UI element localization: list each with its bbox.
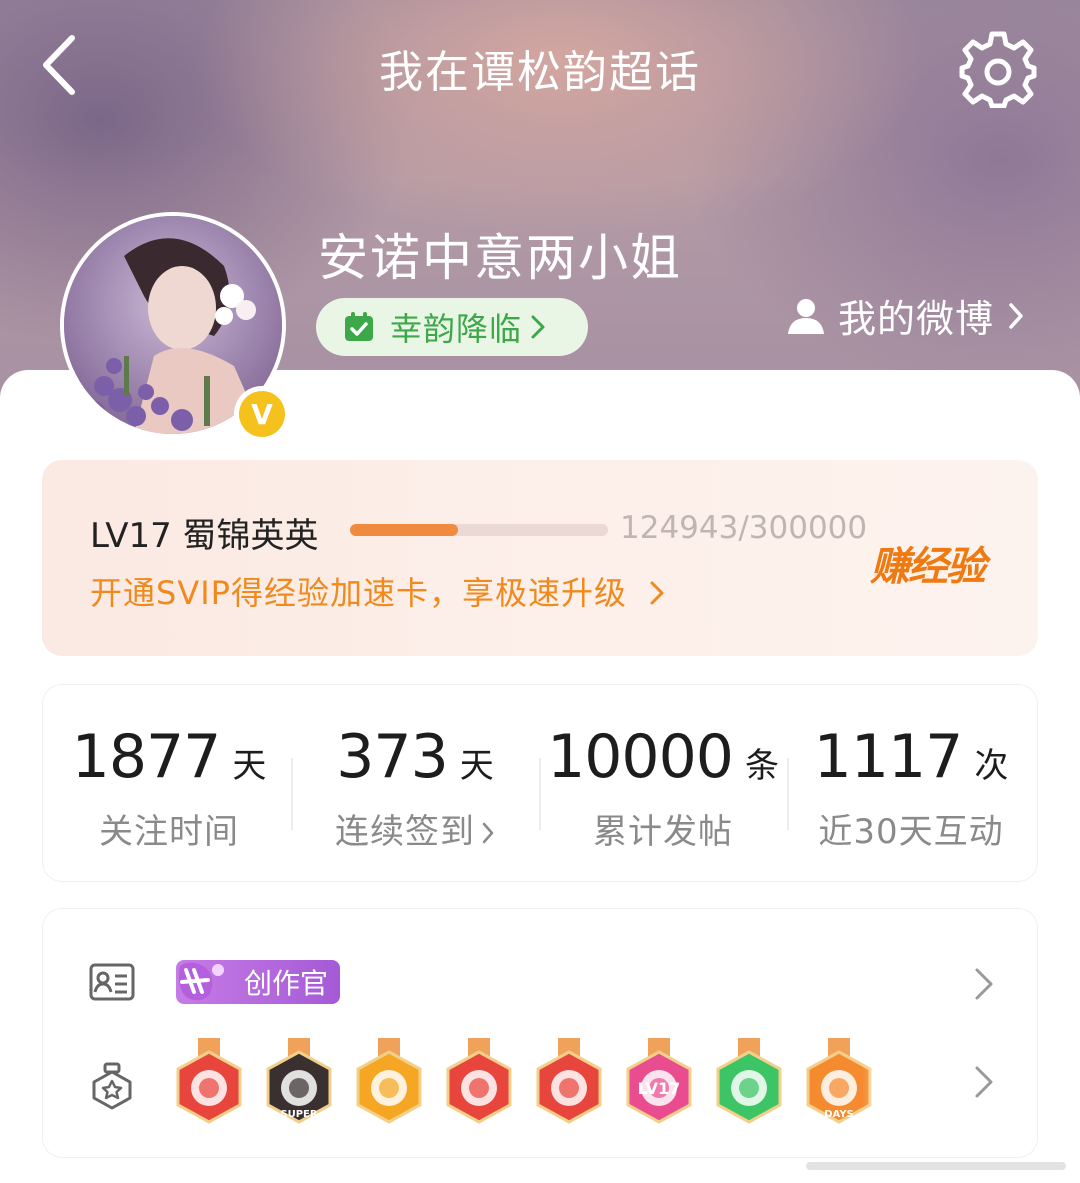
- stat-label: 累计发帖: [593, 812, 733, 852]
- medal-list-fade: [862, 1028, 912, 1138]
- creator-tag[interactable]: 创作官: [176, 960, 340, 1004]
- crown-medal[interactable]: [354, 1038, 424, 1134]
- dragon2-medal[interactable]: [534, 1038, 604, 1134]
- badges-card: 创作官 SUPER LV17 DAYS: [42, 908, 1038, 1158]
- chevron-right-icon: [531, 315, 545, 339]
- creator-tag-label: 创作官: [243, 967, 328, 1000]
- chevron-right-icon: [482, 822, 494, 844]
- level-card[interactable]: LV17 蜀锦英英 124943/300000 开通SVIP得经验加速卡，享极速…: [42, 460, 1038, 656]
- avatar[interactable]: V: [60, 212, 292, 444]
- stat-label: 连续签到: [292, 804, 538, 853]
- hand-medal[interactable]: [714, 1038, 784, 1134]
- my-weibo-link[interactable]: 我的微博: [786, 288, 1024, 343]
- stat-label: 近30天互动: [818, 812, 1004, 852]
- gear-icon: [959, 31, 1037, 109]
- stat-value: 1877: [71, 722, 222, 792]
- stat-value: 373: [336, 722, 449, 792]
- home-indicator: [806, 1162, 1066, 1170]
- stat-label: 关注时间: [99, 812, 239, 852]
- fortune-label: 幸韵降临: [390, 310, 523, 348]
- person-icon: [788, 298, 824, 334]
- super-crown-medal[interactable]: SUPER: [264, 1038, 334, 1134]
- my-weibo-label: 我的微博: [838, 297, 995, 341]
- creator-logo-icon: [179, 962, 224, 1001]
- earn-exp-button[interactable]: 赚经验: [870, 534, 986, 592]
- settings-button[interactable]: [958, 28, 1038, 109]
- level-name: LV17 蜀锦英英: [90, 516, 319, 556]
- dragon-medal[interactable]: [174, 1038, 244, 1134]
- 100-days-medal-text: DAYS: [824, 1109, 854, 1120]
- medal-list: SUPER LV17 DAYS: [174, 1038, 906, 1134]
- fortune-button[interactable]: 幸韵降临: [316, 298, 588, 356]
- cat-medal[interactable]: [444, 1038, 514, 1134]
- chevron-right-icon[interactable]: [972, 1064, 996, 1100]
- id-card-icon: [89, 963, 135, 1001]
- stat-follow-days: 1877 天 关注时间: [46, 722, 292, 853]
- stat-value: 1117: [813, 722, 964, 792]
- svip-promo-link[interactable]: 开通SVIP得经验加速卡，享极速升级: [90, 568, 666, 614]
- stat-unit: 天: [232, 746, 267, 786]
- stat-unit: 次: [974, 746, 1009, 786]
- chevron-right-icon: [1009, 302, 1023, 329]
- stat-checkin-days[interactable]: 373 天 连续签到: [292, 722, 538, 853]
- medal-icon: [92, 1062, 132, 1110]
- page-title: 我在谭松韵超话: [379, 47, 701, 98]
- stat-unit: 条: [744, 746, 779, 786]
- username: 安诺中意两小姐: [318, 229, 682, 287]
- level-progress-fill: [350, 524, 459, 536]
- stat-posts: 10000 条 累计发帖: [540, 722, 786, 853]
- verified-badge: V: [234, 386, 290, 442]
- level-progress-bar: [350, 524, 608, 536]
- stats-card: 1877 天 关注时间 373 天 连续签到 10000 条 累计发帖 1117 次 近…: [42, 684, 1038, 882]
- stat-value: 10000: [547, 722, 734, 792]
- super-crown-medal-text: SUPER: [280, 1109, 317, 1120]
- lv17-medal[interactable]: LV17: [624, 1038, 694, 1134]
- exp-text: 124943/300000: [620, 510, 868, 546]
- calendar-check-icon: [345, 312, 373, 341]
- chevron-right-icon[interactable]: [972, 966, 996, 1002]
- chevron-right-icon: [650, 581, 664, 605]
- stat-interactions: 1117 次 近30天互动: [788, 722, 1034, 853]
- stat-unit: 天: [459, 746, 494, 786]
- lv17-medal-text: LV17: [638, 1079, 681, 1098]
- svip-promo-text: 开通SVIP得经验加速卡，享极速升级: [90, 574, 627, 612]
